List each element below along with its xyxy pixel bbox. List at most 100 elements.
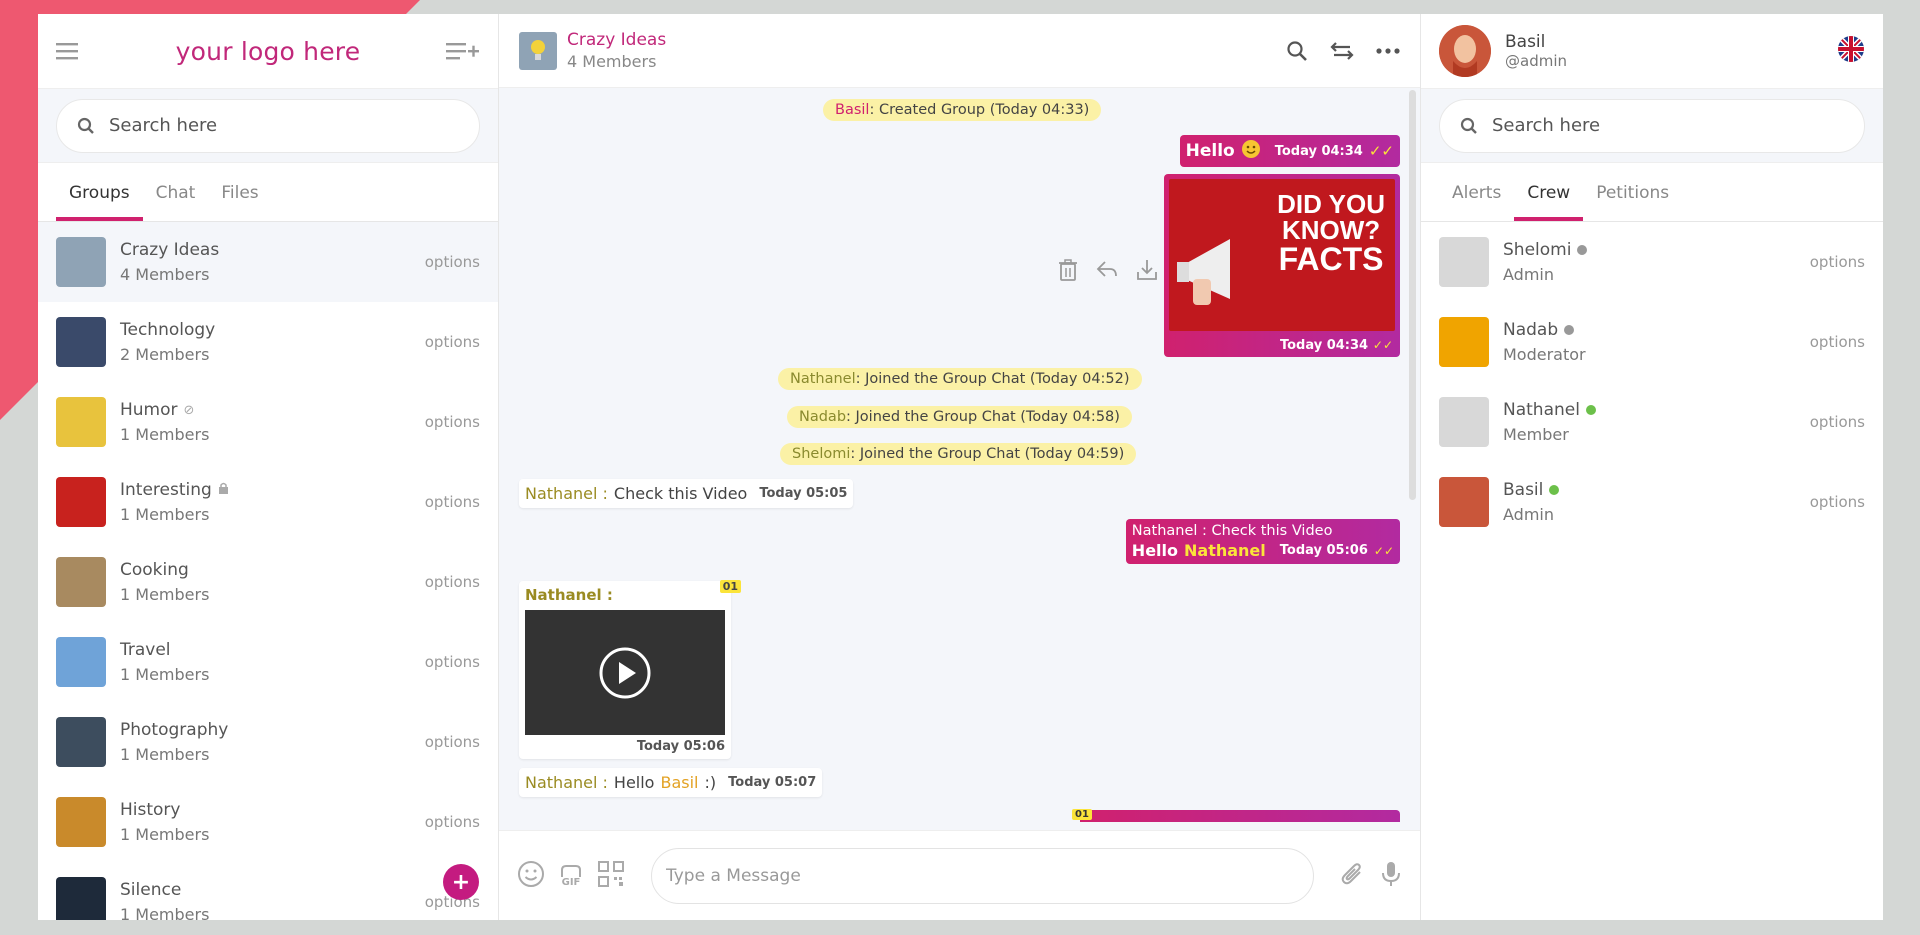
member-options[interactable]: options bbox=[1810, 493, 1865, 511]
right-search-area bbox=[1421, 88, 1883, 163]
group-options[interactable]: options bbox=[425, 253, 480, 271]
member-role: Member bbox=[1503, 425, 1569, 444]
group-name: Photography bbox=[120, 720, 229, 740]
play-icon[interactable] bbox=[598, 646, 652, 700]
microphone-icon[interactable] bbox=[1380, 860, 1402, 892]
left-header: your logo here bbox=[38, 14, 498, 88]
message-incoming[interactable]: Nathanel : Check this Video Today 05:05 bbox=[519, 479, 854, 508]
system-message: Nadab: Joined the Group Chat (Today 04:5… bbox=[787, 406, 1132, 428]
group-options[interactable]: options bbox=[425, 413, 480, 431]
left-sidebar: your logo here Groups Chat Files Crazy I… bbox=[38, 14, 499, 920]
left-search-box bbox=[56, 98, 480, 153]
crew-member[interactable]: Nathanel Member options bbox=[1421, 382, 1883, 462]
app-window: your logo here Groups Chat Files Crazy I… bbox=[38, 14, 1883, 920]
video-message[interactable]: Nathanel : 01 Today 05:06 bbox=[519, 580, 741, 759]
add-list-icon[interactable] bbox=[446, 40, 480, 62]
status-dot bbox=[1585, 405, 1596, 415]
message-outgoing-reply[interactable]: Nathanel : Check this Video Hello Nathan… bbox=[1125, 519, 1400, 564]
message-outgoing[interactable]: Hello Today 04:34 ✓✓ bbox=[1179, 135, 1400, 167]
group-thumbnail bbox=[56, 717, 106, 767]
message-outgoing-partial[interactable]: 01 bbox=[1072, 809, 1400, 822]
message-scrollbar[interactable] bbox=[1409, 90, 1416, 500]
group-list: Crazy Ideas 4 Members options Technology 2 M… bbox=[38, 222, 498, 920]
group-options[interactable]: options bbox=[425, 573, 480, 591]
member-options[interactable]: options bbox=[1810, 333, 1865, 351]
tab-alerts[interactable]: Alerts bbox=[1439, 183, 1514, 221]
member-avatar bbox=[1439, 237, 1489, 287]
group-thumbnail bbox=[56, 637, 106, 687]
message-input[interactable] bbox=[666, 865, 1299, 886]
tab-chat[interactable]: Chat bbox=[143, 183, 209, 221]
member-avatar bbox=[1439, 477, 1489, 527]
message-composer: GIF bbox=[499, 830, 1420, 920]
system-message: Shelomi: Joined the Group Chat (Today 04… bbox=[780, 443, 1137, 465]
reply-icon[interactable] bbox=[1095, 258, 1119, 286]
tab-crew[interactable]: Crew bbox=[1514, 183, 1584, 221]
swap-icon[interactable] bbox=[1330, 40, 1354, 62]
search-icon[interactable] bbox=[1286, 40, 1308, 62]
chat-subtitle: 4 Members bbox=[567, 52, 657, 71]
group-item[interactable]: Silence 1 Members options bbox=[38, 862, 498, 920]
tab-groups[interactable]: Groups bbox=[56, 183, 143, 221]
group-item[interactable]: Cooking 1 Members options bbox=[38, 542, 498, 622]
left-search-input[interactable] bbox=[109, 115, 459, 136]
search-icon bbox=[1460, 117, 1478, 135]
group-item[interactable]: History 1 Members options bbox=[38, 782, 498, 862]
group-options[interactable]: options bbox=[425, 653, 480, 671]
member-options[interactable]: options bbox=[1810, 413, 1865, 431]
more-options-icon[interactable] bbox=[1376, 40, 1400, 62]
system-message: Nathanel: Joined the Group Chat (Today 0… bbox=[778, 368, 1142, 390]
group-thumbnail bbox=[56, 557, 106, 607]
group-item[interactable]: Crazy Ideas 4 Members options bbox=[38, 222, 498, 302]
image-thumbnail[interactable]: DID YOU KNOW? FACTS bbox=[1169, 179, 1395, 331]
crew-member[interactable]: Basil Admin options bbox=[1421, 462, 1883, 542]
emoji-icon[interactable] bbox=[517, 860, 545, 892]
message-incoming[interactable]: Nathanel : Hello Basil :) Today 05:07 bbox=[519, 768, 823, 797]
group-item[interactable]: Humor ⊘ 1 Members options bbox=[38, 382, 498, 462]
group-thumbnail bbox=[56, 317, 106, 367]
video-player[interactable] bbox=[525, 610, 725, 735]
group-options[interactable]: options bbox=[425, 333, 480, 351]
group-name: Cooking bbox=[120, 560, 189, 580]
crew-member[interactable]: Nadab Moderator options bbox=[1421, 302, 1883, 382]
gif-icon[interactable]: GIF bbox=[559, 864, 583, 888]
group-name: Technology bbox=[120, 320, 216, 340]
group-thumbnail bbox=[56, 237, 106, 287]
group-name: Humor bbox=[120, 400, 178, 420]
group-members: 1 Members bbox=[120, 905, 210, 920]
group-options[interactable]: options bbox=[425, 493, 480, 511]
uk-flag-icon[interactable] bbox=[1837, 35, 1865, 67]
group-thumbnail bbox=[56, 397, 106, 447]
delete-icon[interactable] bbox=[1057, 258, 1079, 286]
add-group-button[interactable]: + bbox=[443, 864, 479, 900]
download-icon[interactable] bbox=[1135, 258, 1159, 286]
group-thumbnail bbox=[56, 877, 106, 920]
message-actions bbox=[1057, 258, 1159, 286]
group-members: 2 Members bbox=[120, 345, 210, 364]
member-role: Admin bbox=[1503, 265, 1554, 284]
right-tabs: Alerts Crew Petitions bbox=[1421, 163, 1883, 222]
right-search-input[interactable] bbox=[1492, 115, 1844, 136]
member-name: Nadab bbox=[1503, 320, 1559, 340]
left-tabs: Groups Chat Files bbox=[38, 163, 498, 222]
qr-code-icon[interactable] bbox=[597, 860, 625, 892]
group-members: 1 Members bbox=[120, 825, 210, 844]
member-options[interactable]: options bbox=[1810, 253, 1865, 271]
user-avatar[interactable] bbox=[1439, 25, 1491, 77]
image-message[interactable]: DID YOU KNOW? FACTS Today 04:34 ✓✓ bbox=[1164, 174, 1400, 357]
user-header: Basil @admin bbox=[1421, 14, 1883, 88]
right-sidebar: Basil @admin Alerts Crew Petitions Shelo… bbox=[1421, 14, 1883, 920]
group-options[interactable]: options bbox=[425, 733, 480, 751]
group-item[interactable]: Interesting 1 Members options bbox=[38, 462, 498, 542]
tab-files[interactable]: Files bbox=[208, 183, 271, 221]
tab-petitions[interactable]: Petitions bbox=[1583, 183, 1682, 221]
member-role: Moderator bbox=[1503, 345, 1586, 364]
group-options[interactable]: options bbox=[425, 813, 480, 831]
attachment-icon[interactable] bbox=[1340, 861, 1366, 891]
group-item[interactable]: Technology 2 Members options bbox=[38, 302, 498, 382]
message-input-box bbox=[651, 847, 1314, 904]
system-message: Basil: Created Group (Today 04:33) bbox=[823, 99, 1102, 121]
group-item[interactable]: Travel 1 Members options bbox=[38, 622, 498, 702]
crew-member[interactable]: Shelomi Admin options bbox=[1421, 222, 1883, 302]
group-item[interactable]: Photography 1 Members options bbox=[38, 702, 498, 782]
